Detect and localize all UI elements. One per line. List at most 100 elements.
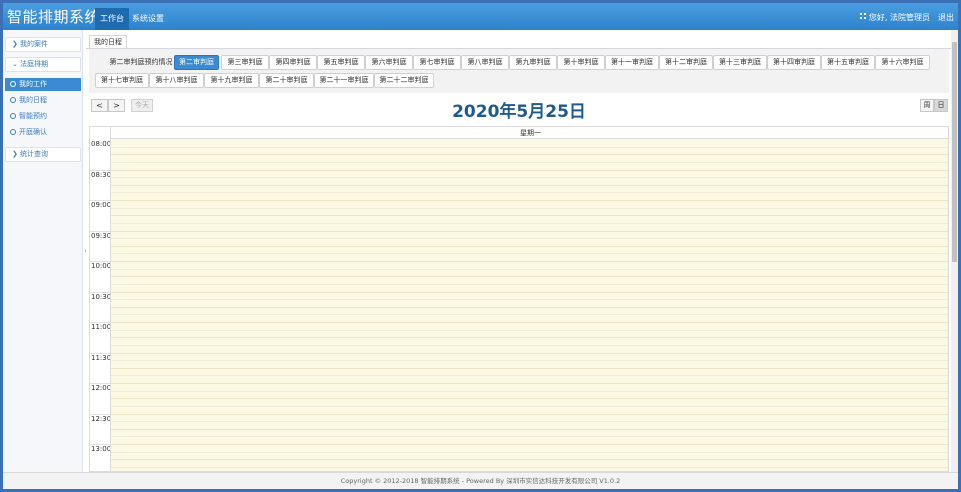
sidebar-group-court-schedule[interactable]: ⌄ 法庭排期 bbox=[5, 57, 81, 72]
slot-gridline bbox=[111, 421, 948, 423]
calendar-grid: 星期一 08:00 08:30 09:00 09:30 10:00 10:30 11:00 1… bbox=[89, 126, 949, 472]
slot-gridline bbox=[111, 383, 948, 384]
day-header: 星期一 bbox=[110, 127, 948, 139]
slot-gridline bbox=[111, 352, 948, 354]
time-label: 08:30 bbox=[91, 170, 112, 179]
court-button-5[interactable]: 第五审判庭 bbox=[317, 55, 365, 70]
tab-my-schedule[interactable]: 我的日程 bbox=[89, 35, 127, 49]
slot-gridline bbox=[111, 253, 948, 255]
time-gridline bbox=[90, 444, 110, 445]
court-button-13[interactable]: 第十三审判庭 bbox=[713, 55, 767, 70]
sidebar-item-hearing-confirm[interactable]: 开庭确认 bbox=[5, 126, 81, 139]
sidebar-group-label: 法庭排期 bbox=[20, 60, 48, 68]
week-view-button[interactable]: 周 bbox=[920, 99, 934, 112]
slot-gridline bbox=[111, 161, 948, 163]
slot-gridline bbox=[111, 314, 948, 316]
slot-gridline bbox=[111, 200, 948, 201]
slot-gridline bbox=[111, 451, 948, 453]
circle-dot-icon bbox=[10, 129, 16, 135]
circle-dot-icon bbox=[10, 81, 16, 87]
slot-gridline bbox=[111, 177, 948, 179]
court-button-4[interactable]: 第四审判庭 bbox=[269, 55, 317, 70]
court-button-15[interactable]: 第十五审判庭 bbox=[821, 55, 875, 70]
sidebar-item-my-schedule[interactable]: 我的日程 bbox=[5, 94, 81, 107]
court-button-20[interactable]: 第二十审判庭 bbox=[259, 73, 314, 88]
slot-gridline bbox=[111, 146, 948, 148]
calendar-title: 2020年5月25日 bbox=[452, 102, 586, 122]
slot-gridline bbox=[111, 207, 948, 209]
slot-gridline bbox=[111, 276, 948, 278]
chevron-right-icon: ❯ bbox=[12, 150, 18, 158]
sidebar-group-label: 统计查询 bbox=[20, 150, 48, 158]
slot-gridline bbox=[111, 337, 948, 339]
slot-gridline bbox=[111, 245, 948, 247]
scrollbar-thumb[interactable] bbox=[952, 42, 957, 262]
day-column[interactable] bbox=[110, 139, 948, 471]
sidebar-item-label: 开庭确认 bbox=[19, 128, 47, 136]
logout-link[interactable]: 退出 bbox=[938, 12, 954, 23]
sidebar-item-my-work[interactable]: 我的工作 bbox=[5, 78, 81, 91]
slot-gridline bbox=[111, 184, 948, 186]
time-gridline bbox=[90, 230, 110, 232]
slot-gridline bbox=[111, 306, 948, 308]
court-selector: 第二审判庭预约情况 第二审判庭 第三审判庭 第四审判庭 第五审判庭 第六审判庭 … bbox=[89, 49, 949, 93]
slot-gridline bbox=[111, 215, 948, 217]
court-button-14[interactable]: 第十四审判庭 bbox=[767, 55, 821, 70]
time-gridline bbox=[90, 261, 110, 262]
court-button-19[interactable]: 第十九审判庭 bbox=[204, 73, 259, 88]
slot-gridline bbox=[111, 230, 948, 232]
sidebar-group-statistics[interactable]: ❯ 统计查询 bbox=[5, 147, 81, 162]
time-label: 12:30 bbox=[91, 414, 112, 423]
top-bar: 智能排期系统 工作台 系统设置 您好, 法院管理员 退出 bbox=[3, 3, 958, 30]
sidebar-group-label: 我的案件 bbox=[20, 40, 48, 48]
court-button-12[interactable]: 第十二审判庭 bbox=[659, 55, 713, 70]
slot-gridline bbox=[111, 299, 948, 301]
court-button-3[interactable]: 第三审判庭 bbox=[221, 55, 269, 70]
court-button-21[interactable]: 第二十一审判庭 bbox=[314, 73, 374, 88]
slot-gridline bbox=[111, 154, 948, 156]
day-view-button[interactable]: 日 bbox=[934, 99, 948, 112]
chevron-down-icon: ⌄ bbox=[12, 60, 18, 68]
apps-grid-icon[interactable] bbox=[860, 13, 866, 19]
sidebar: ❯ 我的案件 ⌄ 法庭排期 我的工作 我的日程 智能预约 开庭确认 ❯ 统计查询 bbox=[3, 30, 83, 472]
time-gridline bbox=[90, 383, 110, 384]
court-button-2[interactable]: 第二审判庭 bbox=[174, 55, 219, 70]
slot-gridline bbox=[111, 344, 948, 346]
sidebar-item-label: 智能预约 bbox=[19, 112, 47, 120]
court-button-18[interactable]: 第十八审判庭 bbox=[149, 73, 204, 88]
court-button-booking-overview[interactable]: 第二审判庭预约情况 bbox=[107, 55, 175, 70]
sidebar-group-my-cases[interactable]: ❯ 我的案件 bbox=[5, 37, 81, 52]
court-button-11[interactable]: 第十一审判庭 bbox=[605, 55, 659, 70]
sidebar-item-smart-booking[interactable]: 智能预约 bbox=[5, 110, 81, 123]
court-button-16[interactable]: 第十六审判庭 bbox=[875, 55, 930, 70]
slot-gridline bbox=[111, 428, 948, 430]
calendar-toolbar: < > 今天 2020年5月25日 周 日 bbox=[89, 93, 949, 126]
slot-gridline bbox=[111, 261, 948, 262]
court-button-8[interactable]: 第八审判庭 bbox=[461, 55, 509, 70]
tab-workbench[interactable]: 工作台 bbox=[95, 8, 129, 30]
slot-gridline bbox=[111, 398, 948, 400]
chevron-right-icon: ❯ bbox=[12, 40, 18, 48]
slot-gridline bbox=[111, 459, 948, 461]
time-gridline bbox=[90, 291, 110, 293]
user-greeting[interactable]: 您好, 法院管理员 bbox=[869, 12, 930, 23]
slot-gridline bbox=[111, 375, 948, 377]
main-content: 我的日程 第二审判庭预约情况 第二审判庭 第三审判庭 第四审判庭 第五审判庭 第… bbox=[86, 30, 958, 472]
court-button-6[interactable]: 第六审判庭 bbox=[365, 55, 413, 70]
slot-gridline bbox=[111, 322, 948, 323]
time-gridline bbox=[90, 352, 110, 354]
slot-gridline bbox=[111, 436, 948, 438]
court-button-22[interactable]: 第二十二审判庭 bbox=[374, 73, 434, 88]
court-button-7[interactable]: 第七审判庭 bbox=[413, 55, 461, 70]
page-scrollbar[interactable] bbox=[951, 30, 958, 472]
court-button-9[interactable]: 第九审判庭 bbox=[509, 55, 557, 70]
slot-gridline bbox=[111, 238, 948, 240]
court-button-17[interactable]: 第十七审判庭 bbox=[95, 73, 149, 88]
brand-title: 智能排期系统 bbox=[7, 8, 101, 26]
slot-gridline bbox=[111, 360, 948, 362]
tab-system-settings[interactable]: 系统设置 bbox=[127, 8, 169, 30]
slot-gridline bbox=[111, 390, 948, 392]
slot-gridline bbox=[111, 444, 948, 445]
court-button-10[interactable]: 第十审判庭 bbox=[557, 55, 605, 70]
time-gridline bbox=[90, 413, 110, 415]
